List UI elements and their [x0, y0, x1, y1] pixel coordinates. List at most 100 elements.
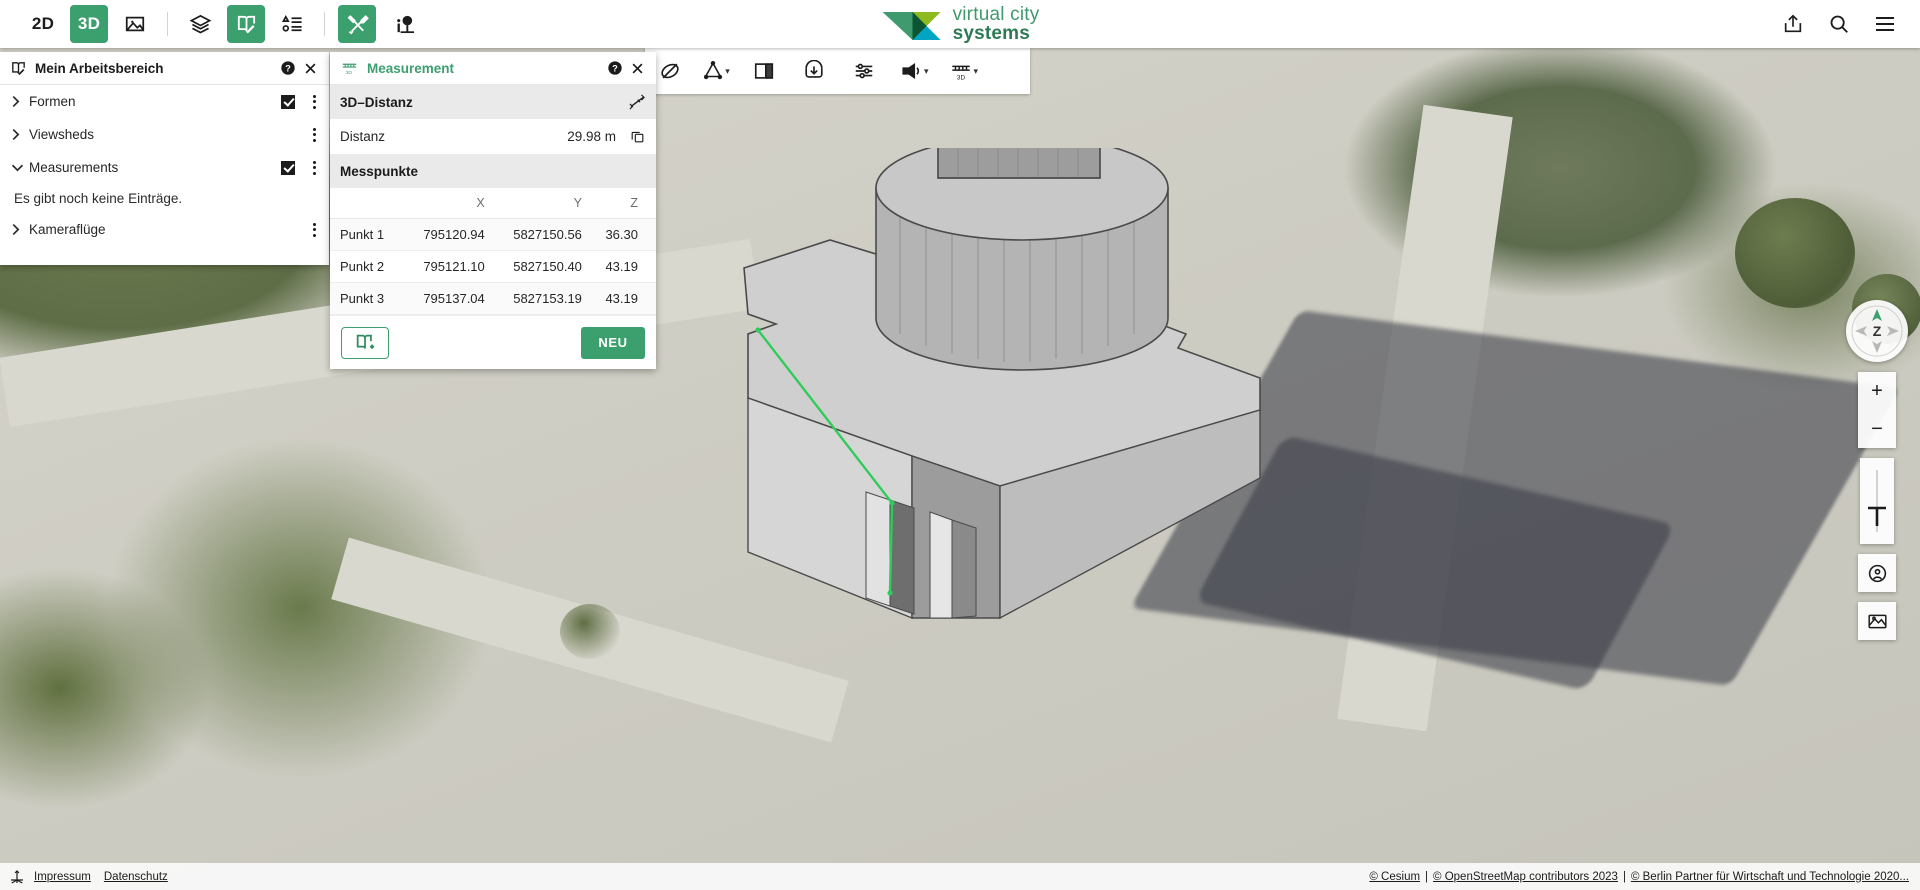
- measurements-options-button[interactable]: [305, 156, 323, 180]
- copy-distance-button[interactable]: [626, 126, 648, 148]
- viewsheds-options-button[interactable]: [305, 123, 323, 147]
- locate-button[interactable]: [1858, 554, 1896, 592]
- zoom-out-button[interactable]: −: [1858, 410, 1896, 448]
- view-3d-button[interactable]: 3D: [70, 5, 108, 43]
- formen-options-button[interactable]: [305, 90, 323, 114]
- disable-measure-button[interactable]: [653, 53, 687, 89]
- export-button[interactable]: [797, 53, 831, 89]
- measurement-mode-row: 3D–Distanz: [330, 85, 656, 119]
- measure-3d-icon: 3D: [951, 65, 970, 81]
- measure-3d-icon: 3D: [342, 63, 357, 76]
- sidebar-item-measurements[interactable]: Measurements: [0, 151, 329, 184]
- terrain-button[interactable]: [1858, 602, 1896, 640]
- point-name: Punkt 3: [330, 282, 403, 315]
- download-icon: [805, 60, 823, 78]
- measure-points-label: Messpunkte: [340, 163, 419, 179]
- share-button[interactable]: [1774, 5, 1812, 43]
- kamerafluege-options-button[interactable]: [305, 218, 323, 242]
- workspace-help-button[interactable]: ?: [277, 57, 299, 79]
- tree-canopy: [560, 604, 620, 659]
- zoom-in-button[interactable]: +: [1858, 372, 1896, 410]
- sidebar-item-label: Measurements: [29, 160, 119, 175]
- measurement-panel: 3D Measurement ? 3D–Distanz Distanz 29.9…: [330, 52, 656, 369]
- svg-text:?: ?: [612, 63, 618, 73]
- add-to-workspace-icon: [356, 334, 375, 349]
- sidebar-item-kamerafluege[interactable]: Kameraflüge: [0, 213, 329, 246]
- map-tools-toolbar: ▾ ▾ 3D ▾: [645, 48, 1030, 94]
- table-row[interactable]: Punkt 3 795137.04 5827153.19 43.19: [330, 282, 656, 315]
- building-geometry: [743, 148, 1261, 620]
- building-3d-model[interactable]: [700, 148, 1320, 688]
- measurements-visibility-checkbox[interactable]: [281, 160, 295, 175]
- compass-icon: Z: [1851, 305, 1903, 357]
- sidebar-item-formen[interactable]: Formen: [0, 85, 329, 118]
- split-view-icon: [754, 63, 774, 79]
- layers-button[interactable]: [181, 5, 219, 43]
- compass-control[interactable]: Z: [1846, 300, 1908, 362]
- table-row[interactable]: Punkt 2 795121.10 5827150.40 43.19: [330, 250, 656, 283]
- tilt-control[interactable]: [1860, 458, 1894, 544]
- origin-axes-icon: [8, 868, 26, 886]
- table-row[interactable]: Punkt 1 795120.94 5827150.56 36.30: [330, 218, 656, 251]
- camera-flight-dropdown-button[interactable]: ▾: [897, 53, 932, 89]
- chevron-right-icon[interactable]: [11, 95, 29, 108]
- tilt-slider-icon: [1868, 470, 1886, 532]
- help-icon: ?: [281, 61, 295, 75]
- tools-button[interactable]: [338, 5, 376, 43]
- search-button[interactable]: [1820, 5, 1858, 43]
- workspace-title: Mein Arbeitsbereich: [35, 60, 164, 76]
- measurement-help-button[interactable]: ?: [604, 57, 626, 79]
- settings-sliders-button[interactable]: [847, 53, 881, 89]
- measure-3d-dropdown-button[interactable]: 3D ▾: [946, 53, 982, 89]
- point-name: Punkt 1: [330, 218, 403, 251]
- point-y: 5827153.19: [490, 282, 588, 315]
- tree-icon: [396, 15, 414, 33]
- legend-button[interactable]: [273, 5, 311, 43]
- workspace-button[interactable]: [227, 5, 265, 43]
- top-toolbar-right-group: [1770, 0, 1914, 48]
- vegetation-button[interactable]: [384, 5, 422, 43]
- workspace-panel: Mein Arbeitsbereich ? Formen Viewsheds M…: [0, 52, 329, 265]
- camera-flight-icon: [902, 63, 920, 79]
- layer-tools-group: [177, 5, 315, 43]
- formen-visibility-checkbox[interactable]: [281, 94, 295, 109]
- privacy-link[interactable]: Datenschutz: [104, 871, 168, 883]
- attribution-separator: |: [1622, 870, 1626, 883]
- chevron-right-icon[interactable]: [11, 128, 29, 141]
- close-icon: [632, 63, 642, 73]
- layers-icon: [189, 14, 211, 34]
- workspace-icon: [237, 15, 255, 33]
- view-mode-group: 2D 3D: [20, 5, 158, 43]
- imprint-link[interactable]: Impressum: [34, 871, 91, 883]
- measurement-mode-icon-button[interactable]: [626, 91, 648, 113]
- point-z: 43.19: [587, 250, 656, 283]
- berlin-partner-attribution-link[interactable]: © Berlin Partner für Wirtschaft und Tech…: [1631, 871, 1909, 883]
- app-logo: virtual city systems: [881, 4, 1040, 44]
- cesium-attribution-link[interactable]: © Cesium: [1369, 871, 1420, 883]
- tools-icon: [347, 14, 369, 34]
- new-measurement-button[interactable]: NEU: [581, 326, 645, 359]
- oblique-image-button[interactable]: [116, 5, 154, 43]
- workspace-close-button[interactable]: [299, 57, 321, 79]
- workspace-icon: [12, 61, 25, 75]
- chevron-down-icon[interactable]: [11, 163, 29, 172]
- view-2d-button[interactable]: 2D: [24, 5, 62, 43]
- column-header-x: X: [402, 188, 491, 219]
- column-header-z: Z: [587, 188, 656, 219]
- osm-attribution-link[interactable]: © OpenStreetMap contributors 2023: [1433, 871, 1618, 883]
- chevron-down-icon: ▾: [924, 65, 929, 76]
- menu-button[interactable]: [1866, 5, 1904, 43]
- toolbar-divider: [167, 12, 168, 36]
- sidebar-item-label: Formen: [29, 94, 76, 109]
- chevron-right-icon[interactable]: [11, 223, 29, 236]
- point-name: Punkt 2: [330, 250, 403, 283]
- measurement-close-button[interactable]: [626, 57, 648, 79]
- measurement-mode-label: 3D–Distanz: [340, 94, 413, 110]
- sidebar-item-viewsheds[interactable]: Viewsheds: [0, 118, 329, 151]
- navigation-controls: Z + −: [1846, 300, 1908, 640]
- shapes-dropdown-button[interactable]: ▾: [699, 53, 733, 89]
- point-z: 36.30: [587, 218, 656, 251]
- split-view-button[interactable]: [747, 53, 781, 89]
- svg-text:3D: 3D: [346, 70, 353, 76]
- add-to-workspace-button[interactable]: [341, 326, 389, 359]
